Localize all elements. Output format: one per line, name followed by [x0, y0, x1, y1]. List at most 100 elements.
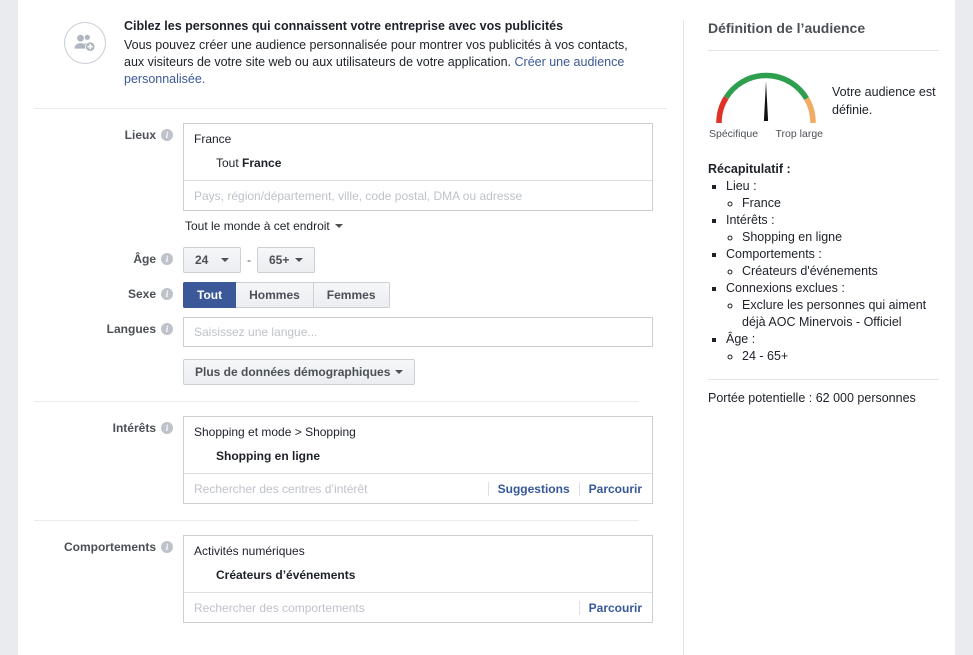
locations-label-wrap: Lieux i: [18, 123, 183, 142]
targeting-form-column: Ciblez les personnes qui connaissent vot…: [18, 0, 683, 655]
page-container: Ciblez les personnes qui connaissent vot…: [18, 0, 955, 655]
more-demographics-label: Plus de données démographiques: [195, 365, 391, 379]
locations-token-child: Tout France: [194, 156, 642, 170]
interests-search-input[interactable]: [194, 481, 488, 496]
interests-label-wrap: Intérêts i: [18, 416, 183, 435]
age-max-dropdown[interactable]: 65+: [257, 247, 315, 273]
interests-token-parent: Shopping et mode > Shopping: [194, 425, 356, 439]
gender-label: Sexe: [127, 287, 156, 301]
gauge-labels: Spécifique Trop large: [708, 128, 824, 140]
locations-row: Lieuxi France Tout France Tout: [18, 123, 661, 233]
age-min-dropdown[interactable]: 24: [183, 247, 241, 273]
potential-reach: Portée potentielle : 62 000 personnes: [708, 391, 916, 405]
info-icon[interactable]: i: [161, 541, 173, 553]
add-people-icon: [64, 22, 106, 64]
custom-audience-banner: Ciblez les personnes qui connaissent vot…: [34, 0, 667, 109]
gender-segmented-control: Tout Hommes Femmes: [183, 282, 390, 308]
info-icon[interactable]: i: [161, 323, 173, 335]
more-demographics-field: Plus de données démographiques: [183, 359, 661, 385]
location-scope-dropdown[interactable]: Tout le monde à cet endroit: [185, 219, 343, 233]
languages-field: [183, 317, 661, 347]
interests-token-list: Shopping et mode > Shopping Shopping en …: [184, 417, 652, 473]
audience-status-text: Votre audience est définie.: [832, 85, 936, 117]
more-demographics-button[interactable]: Plus de données démographiques: [183, 359, 416, 385]
recap-item: Intérêts : Shopping en ligne: [726, 212, 939, 246]
panel-rule: [708, 50, 939, 51]
gender-option-all[interactable]: Tout: [183, 282, 237, 308]
recap-subitem: France: [742, 195, 939, 212]
chevron-down-icon: [221, 258, 229, 262]
gauge-label-broad: Trop large: [775, 128, 823, 140]
locations-field: France Tout France Tout le monde à cet e…: [183, 123, 661, 233]
locations-tokenbox: France Tout France: [183, 123, 653, 211]
recap-list: Lieu : France Intérêts : Shopping en lig…: [708, 178, 939, 365]
interests-input-row: Suggestions Parcourir: [184, 473, 652, 503]
banner-title: Ciblez les personnes qui connaissent vot…: [124, 19, 564, 33]
age-row: Âge i 24 - 65+: [18, 247, 661, 273]
recap-subitem: 24 - 65+: [742, 348, 939, 365]
recap-item-label: Intérêts :: [726, 213, 775, 227]
languages-input[interactable]: [183, 317, 653, 347]
recap-sublist: 24 - 65+: [726, 348, 939, 365]
locations-input-row: [184, 180, 652, 210]
interests-suggestions-button[interactable]: Suggestions: [487, 481, 579, 496]
behaviours-search-input[interactable]: [194, 600, 579, 615]
behaviours-token-child: Créateurs d’événements: [216, 568, 356, 582]
gender-label-wrap: Sexe i: [18, 282, 183, 301]
behaviours-row: Comportements i Activités numériques Créa…: [18, 535, 661, 623]
locations-token-child-prefix: Tout: [216, 156, 243, 170]
locations-token-child-value: France: [242, 156, 282, 170]
chevron-down-icon: [334, 224, 343, 228]
recap-item-label: Connexions exclues :: [726, 281, 845, 295]
languages-label-wrap: Langues i: [18, 317, 183, 336]
recap-item: Comportements : Créateurs d'événements: [726, 246, 939, 280]
info-icon[interactable]: i: [161, 422, 173, 434]
age-max-value: 65+: [269, 253, 290, 267]
recap-item: Connexions exclues : Exclure les personn…: [726, 280, 939, 331]
behaviours-field: Activités numériques Créateurs d’événeme…: [183, 535, 661, 623]
info-icon[interactable]: i: [161, 129, 173, 141]
recap-item: Âge : 24 - 65+: [726, 331, 939, 365]
interests-browse-button[interactable]: Parcourir: [578, 481, 642, 496]
gender-option-men[interactable]: Hommes: [236, 282, 314, 308]
behaviours-browse-button[interactable]: Parcourir: [578, 600, 642, 615]
info-icon[interactable]: i: [161, 288, 173, 300]
more-demographics-row: Plus de données démographiques: [18, 359, 661, 385]
recap-subitem: Créateurs d'événements: [742, 263, 939, 280]
audience-gauge: Spécifique Trop large: [708, 65, 824, 140]
recap-sublist: Créateurs d'événements: [726, 263, 939, 280]
recap-item-label: Comportements :: [726, 247, 822, 261]
interests-label: Intérêts: [112, 421, 156, 435]
gender-row: Sexe i Tout Hommes Femmes: [18, 282, 661, 308]
recap-sublist: Exclure les personnes qui aiment déjà AO…: [726, 297, 939, 331]
interests-field: Shopping et mode > Shopping Shopping en …: [183, 416, 661, 504]
locations-token-parent: France: [194, 132, 232, 146]
more-demographics-spacer: [18, 359, 183, 364]
behaviours-token-list: Activités numériques Créateurs d’événeme…: [184, 536, 652, 592]
behaviours-label-wrap: Comportements i: [18, 535, 183, 554]
audience-gauge-block: Spécifique Trop large Votre audience est…: [708, 65, 939, 140]
gender-field: Tout Hommes Femmes: [183, 282, 661, 308]
recap-sublist: France: [726, 195, 939, 212]
locations-token-list: France Tout France: [184, 124, 652, 180]
info-icon[interactable]: i: [161, 253, 173, 265]
age-min-value: 24: [195, 253, 209, 267]
gender-option-women[interactable]: Femmes: [313, 282, 390, 308]
reach-rule: [708, 379, 939, 380]
location-scope-label: Tout le monde à cet endroit: [185, 219, 330, 233]
section-divider: [34, 520, 639, 521]
recap-item-label: Lieu :: [726, 179, 757, 193]
banner-text-block: Ciblez les personnes qui connaissent vot…: [124, 18, 645, 88]
languages-row: Langues i: [18, 317, 661, 347]
chevron-down-icon: [395, 370, 404, 374]
behaviours-input-row: Parcourir: [184, 592, 652, 622]
interests-token-child: Shopping en ligne: [216, 449, 320, 463]
audience-definition-panel: Définition de l’audience Spécifique Trop…: [683, 20, 955, 655]
age-label: Âge: [133, 252, 156, 266]
panel-title: Définition de l’audience: [708, 20, 866, 36]
locations-search-input[interactable]: [194, 188, 642, 203]
targeting-form: Lieuxi France Tout France Tout: [18, 109, 683, 623]
recap-subitem: Shopping en ligne: [742, 229, 939, 246]
chevron-down-icon: [295, 258, 303, 262]
recap-subitem: Exclure les personnes qui aiment déjà AO…: [742, 297, 939, 331]
